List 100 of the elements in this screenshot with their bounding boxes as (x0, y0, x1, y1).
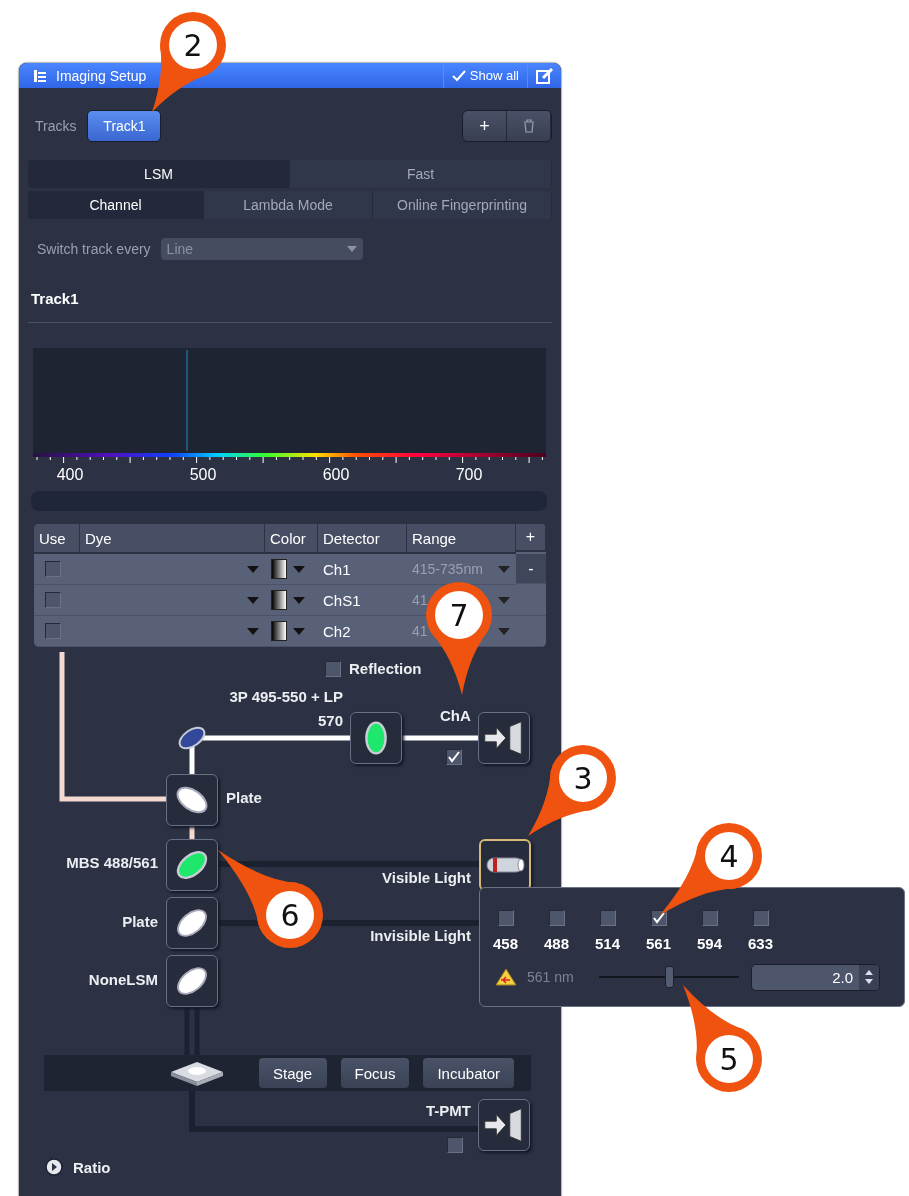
invisible-light-label: Invisible Light (370, 927, 471, 944)
checkbox[interactable] (548, 910, 565, 926)
callout-number: 4 (719, 839, 739, 874)
check-icon (451, 69, 466, 82)
filter-label: 3P 495-550 + LP 570 (229, 687, 343, 731)
stage-control-button[interactable]: Incubator (423, 1058, 514, 1088)
filter-button[interactable] (350, 712, 402, 764)
trash-icon (522, 119, 535, 133)
switch-track-label: Switch track every (37, 241, 151, 257)
laser-line-label: 458 (493, 935, 518, 952)
mirror-button[interactable] (166, 955, 218, 1007)
dropdown-caret-icon[interactable] (293, 565, 305, 573)
mode-tab[interactable]: Online Fingerprinting (373, 191, 552, 219)
checkbox[interactable] (45, 561, 61, 577)
mode-tab[interactable]: Lambda Mode (204, 191, 373, 219)
stage-control-button[interactable]: Stage (258, 1058, 327, 1088)
laser-line-label: 514 (595, 935, 620, 952)
checkbox[interactable] (447, 1137, 463, 1153)
beam-splitter-button[interactable] (166, 839, 218, 891)
dropdown-caret-icon[interactable] (498, 627, 510, 635)
checkbox[interactable] (45, 623, 61, 639)
add-track-button[interactable]: + (463, 111, 507, 141)
detector-button[interactable] (478, 1099, 530, 1151)
table-cell: Ch1 (318, 554, 407, 585)
visible-light-label: Visible Light (382, 869, 471, 886)
axis-label: 600 (322, 466, 350, 483)
show-all-button[interactable]: Show all (442, 63, 527, 88)
checkbox[interactable] (752, 910, 769, 926)
light-path-line (189, 826, 195, 839)
laser-line-label: 594 (697, 935, 722, 952)
callout-number: 7 (449, 598, 469, 633)
dropdown-caret-icon[interactable] (247, 596, 259, 604)
axis-label: 700 (455, 466, 483, 483)
column-header: Range (407, 524, 516, 554)
warning-icon (495, 968, 517, 986)
column-header: Use (34, 524, 80, 554)
dropdown-caret-icon[interactable] (293, 627, 305, 635)
checkbox[interactable] (446, 749, 462, 765)
detector-button[interactable] (478, 712, 530, 764)
channel-label: ChA (440, 707, 471, 724)
mirror-icon[interactable] (176, 726, 208, 750)
checkbox[interactable] (497, 910, 514, 926)
laser-wavelength-label: 561 nm (527, 969, 575, 985)
stage-control-button[interactable]: Focus (340, 1058, 410, 1088)
plate-label: Plate (226, 789, 262, 806)
caret-icon (346, 246, 357, 252)
mode-tab[interactable]: LSM (28, 160, 290, 188)
tracks-label: Tracks (35, 118, 77, 134)
edit-icon (535, 67, 554, 84)
spinner-icon[interactable] (865, 970, 873, 984)
column-header: Color (265, 524, 318, 554)
checkbox[interactable] (701, 910, 718, 926)
track-button[interactable]: Track1 (87, 110, 162, 142)
callout-number: 5 (719, 1042, 739, 1077)
mirror-button[interactable] (166, 774, 218, 826)
beam-splitter-label: MBS 488/561 (66, 854, 158, 871)
remove-channel-button[interactable]: - (516, 554, 546, 584)
laser-line-label: 488 (544, 935, 569, 952)
none-label: NoneLSM (88, 971, 158, 988)
range-value: 41 (412, 623, 429, 639)
callout-number: 3 (573, 761, 593, 796)
ratio-label[interactable]: Ratio (73, 1158, 111, 1176)
color-swatch[interactable] (271, 621, 287, 641)
callout-number: 2 (183, 28, 203, 63)
laser-icon (485, 857, 525, 873)
table-cell: Ch2 (318, 616, 407, 647)
expand-icon[interactable] (45, 1158, 63, 1176)
panel-icon (33, 68, 47, 83)
callout-number: 6 (280, 898, 300, 933)
color-swatch[interactable] (271, 559, 287, 579)
track-heading: Track1 (30, 290, 80, 309)
detector-label: T-PMT (426, 1102, 471, 1119)
dropdown-caret-icon[interactable] (247, 565, 259, 573)
dropdown-caret-icon[interactable] (247, 627, 259, 635)
mirror-button[interactable] (166, 897, 218, 949)
laser-button[interactable] (479, 839, 531, 891)
dropdown-caret-icon[interactable] (293, 596, 305, 604)
mode-tab[interactable]: Fast (290, 160, 552, 188)
table-cell: ChS1 (318, 585, 407, 616)
range-value: 415-735nm (412, 561, 484, 577)
window-title: Imaging Setup (56, 67, 148, 84)
add-channel-button[interactable]: + (516, 524, 546, 552)
reflection-label: Reflection (349, 660, 422, 677)
range-value: 41 (412, 592, 429, 608)
checkbox[interactable] (599, 910, 616, 926)
checkbox[interactable] (45, 592, 61, 608)
power-field[interactable]: 2.0 (751, 963, 880, 991)
color-swatch[interactable] (271, 590, 287, 610)
laser-line-label: 561 (646, 935, 671, 952)
plate-label: Plate (122, 913, 158, 930)
column-header: Dye (80, 524, 265, 554)
dropdown-caret-icon[interactable] (498, 596, 510, 604)
checkbox[interactable] (650, 910, 667, 926)
dropdown-caret-icon[interactable] (498, 565, 510, 573)
mode-tab[interactable]: Channel (28, 191, 204, 219)
laser-line-label: 633 (748, 935, 773, 952)
slider-thumb[interactable] (665, 966, 674, 988)
column-header: Detector (318, 524, 407, 554)
checkbox[interactable] (325, 660, 341, 677)
axis-label: 400 (56, 466, 84, 483)
